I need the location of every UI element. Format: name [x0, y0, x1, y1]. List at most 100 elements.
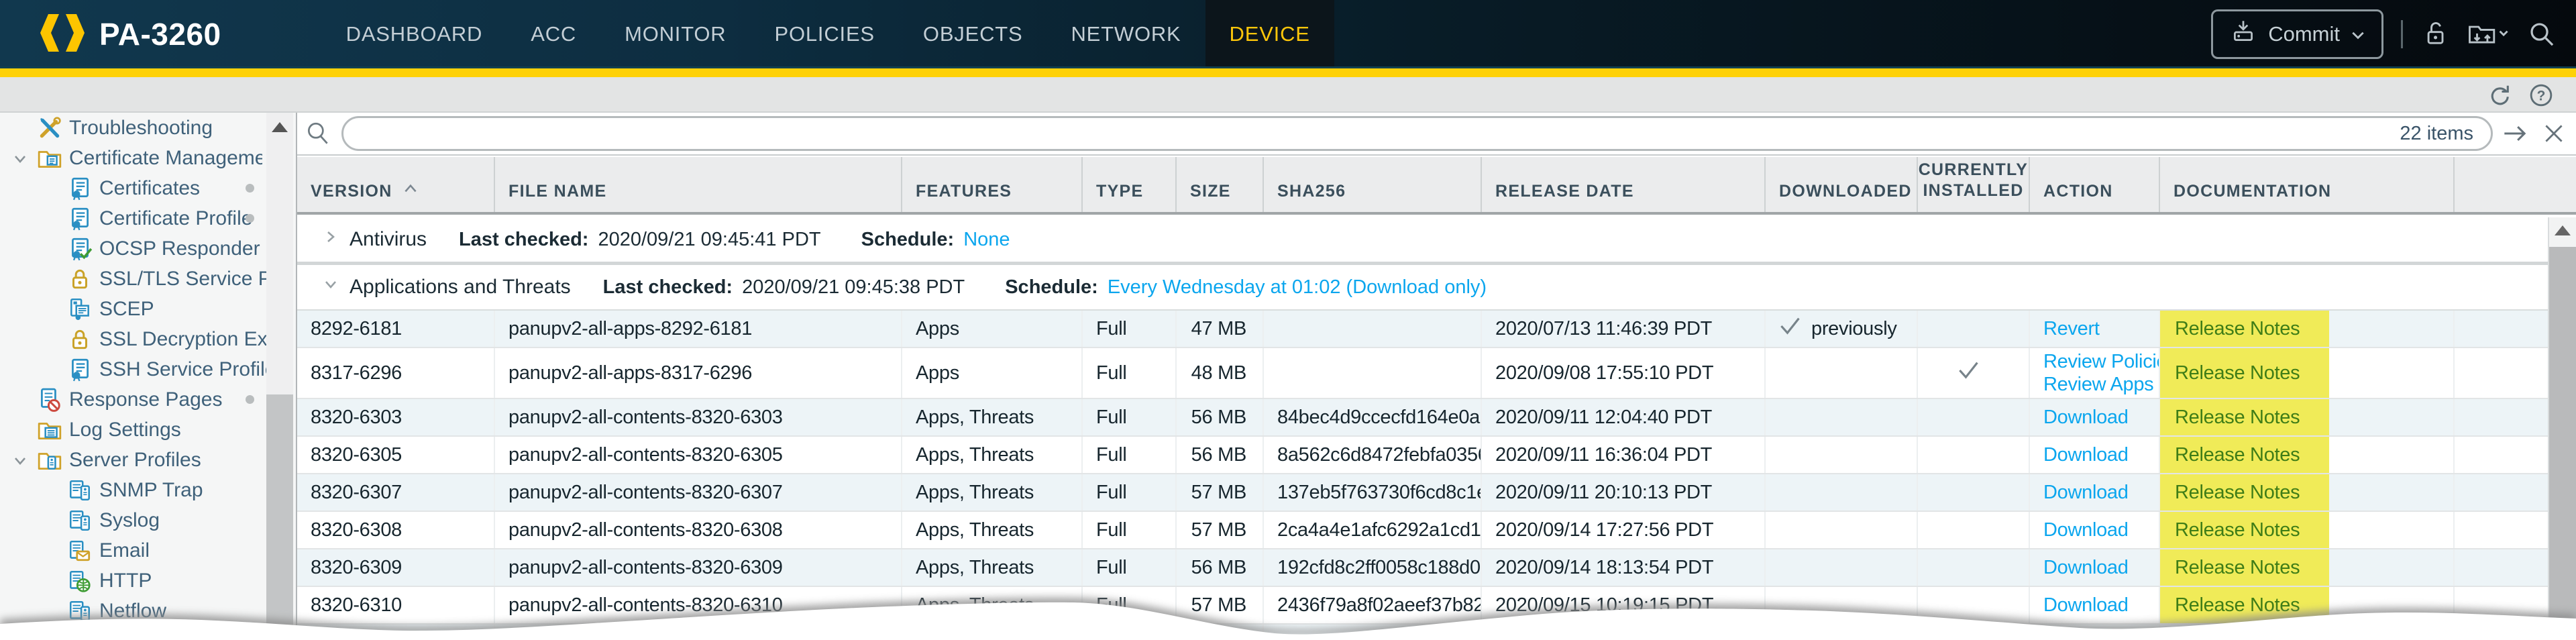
table-scrollbar[interactable]	[2548, 217, 2576, 640]
sidebar-item-email[interactable]: Email	[0, 535, 296, 566]
nav-tab-policies[interactable]: POLICIES	[751, 0, 899, 68]
cell-version: 8320-6310	[297, 587, 495, 623]
cell-currently-installed	[1918, 549, 2030, 586]
column-header-release-date[interactable]: RELEASE DATE	[1482, 157, 1766, 212]
sidebar-tree: TroubleshootingCertificate ManagementCer…	[0, 113, 296, 626]
sidebar-item-server-profiles[interactable]: Server Profiles	[0, 445, 296, 475]
clear-filter-icon[interactable]	[2541, 121, 2567, 146]
sidebar-scrollbar[interactable]	[266, 113, 293, 640]
column-header-downloaded[interactable]: DOWNLOADED	[1766, 157, 1918, 212]
cell-file-name: panupv2-all-contents-8320-6310	[495, 587, 902, 623]
cell-type: Full	[1083, 549, 1177, 586]
column-header-sha256[interactable]: SHA256	[1264, 157, 1482, 212]
column-header-version[interactable]: VERSION	[297, 157, 495, 212]
action-link-download[interactable]: Download	[2043, 443, 2129, 466]
apply-filter-arrow-icon[interactable]	[2502, 120, 2530, 147]
sidebar-item-syslog[interactable]: Syslog	[0, 505, 296, 535]
update-row-8292-6181: 8292-6181panupv2-all-apps-8292-6181AppsF…	[297, 311, 2548, 348]
lock-open-icon[interactable]	[2420, 19, 2450, 49]
cell-file-name: panupv2-all-contents-8320-6307	[495, 474, 902, 511]
column-header-size[interactable]: SIZE	[1177, 157, 1264, 212]
commit-button[interactable]: Commit	[2211, 9, 2383, 59]
update-row-8320-6308: 8320-6308panupv2-all-contents-8320-6308A…	[297, 512, 2548, 549]
scrollbar-thumb[interactable]	[266, 394, 293, 640]
cell-features: Apps, Threats	[902, 474, 1083, 511]
refresh-icon[interactable]	[2483, 81, 2513, 110]
items-count: 22 items	[2400, 123, 2491, 145]
action-link-download[interactable]: Download	[2043, 406, 2129, 429]
sidebar-item-label: Netflow	[99, 600, 166, 623]
chevron-down-icon[interactable]	[11, 150, 30, 172]
schedule-link[interactable]: None	[963, 229, 1010, 251]
sidebar-item-snmp-trap[interactable]: SNMP Trap	[0, 475, 296, 505]
scroll-up-arrow[interactable]	[272, 122, 288, 132]
cell-version: 8320-6305	[297, 437, 495, 473]
sidebar-item-ssl-decryption-exclusion[interactable]: SSL Decryption Exclusion	[0, 324, 296, 354]
cell-size: 48 MB	[1177, 348, 1264, 398]
help-icon[interactable]: ?	[2526, 81, 2556, 110]
sidebar-item-log-settings[interactable]: Log Settings	[0, 415, 296, 445]
cell-type: Full	[1083, 625, 1177, 640]
chevron-right-icon[interactable]	[321, 227, 340, 252]
column-header-type[interactable]: TYPE	[1083, 157, 1177, 212]
release-notes-link[interactable]: Release Notes	[2175, 557, 2300, 579]
sidebar-item-response-pages[interactable]: Response Pages	[0, 384, 296, 415]
sidebar-item-scep[interactable]: SCEP	[0, 294, 296, 324]
release-notes-link[interactable]: Release Notes	[2175, 594, 2300, 617]
sidebar-item-certificate-management[interactable]: Certificate Management	[0, 143, 296, 173]
action-link-revert[interactable]: Revert	[2043, 317, 2100, 340]
release-notes-link[interactable]: Release Notes	[2175, 632, 2300, 640]
chevron-down-icon[interactable]	[11, 451, 30, 474]
schedule-link[interactable]: Every Wednesday at 01:02 (Download only)	[1108, 276, 1487, 299]
column-header-action[interactable]: ACTION	[2030, 157, 2160, 212]
cell-version: 8292-6181	[297, 311, 495, 347]
cell-action: Download	[2030, 587, 2160, 623]
sidebar-item-ssl-tls-service-profile[interactable]: SSL/TLS Service Profile	[0, 264, 296, 294]
scrollbar-thumb[interactable]	[2549, 247, 2576, 640]
release-notes-link[interactable]: Release Notes	[2175, 519, 2300, 541]
action-link-download[interactable]: Download	[2043, 594, 2129, 617]
nav-tab-device[interactable]: DEVICE	[1205, 0, 1334, 68]
group-row-antivirus[interactable]: AntivirusLast checked:2020/09/21 09:45:4…	[297, 217, 2548, 265]
sidebar-item-http[interactable]: HTTP	[0, 566, 296, 596]
filter-input[interactable]	[343, 123, 2400, 145]
action-link-review-apps[interactable]: Review Apps	[2043, 373, 2153, 396]
release-notes-link[interactable]: Release Notes	[2175, 318, 2300, 340]
nav-tab-objects[interactable]: OBJECTS	[899, 0, 1047, 68]
chevron-down-icon[interactable]	[321, 275, 340, 299]
action-link-review-policies[interactable]: Review Policies	[2043, 350, 2160, 373]
column-header-file-name[interactable]: FILE NAME	[495, 157, 902, 212]
nav-tab-monitor[interactable]: MONITOR	[600, 0, 750, 68]
search-icon[interactable]	[2526, 19, 2557, 50]
svg-text:?: ?	[2537, 89, 2546, 104]
server-card-icon	[67, 508, 93, 533]
folder-log-icon	[37, 417, 62, 443]
group-row-applications-and-threats[interactable]: Applications and ThreatsLast checked:202…	[297, 265, 2548, 311]
release-notes-link[interactable]: Release Notes	[2175, 407, 2300, 429]
downloaded-label: previously	[1811, 318, 1897, 340]
config-operations-icon[interactable]	[2467, 19, 2509, 49]
column-header-features[interactable]: FEATURES	[902, 157, 1083, 212]
nav-tab-acc[interactable]: ACC	[506, 0, 600, 68]
cell-version: 8317-6296	[297, 348, 495, 398]
sidebar-item-ocsp-responder[interactable]: OCSP Responder	[0, 233, 296, 264]
action-link-download[interactable]: Download	[2043, 519, 2129, 541]
column-header-documentation[interactable]: DOCUMENTATION	[2160, 157, 2455, 212]
sidebar-item-certificate-profile[interactable]: Certificate Profile	[0, 203, 296, 233]
sidebar-item-ssh-service-profile[interactable]: SSH Service Profile	[0, 354, 296, 384]
action-link-download[interactable]: Download	[2043, 481, 2129, 504]
release-notes-link[interactable]: Release Notes	[2175, 362, 2300, 384]
column-header-empty[interactable]	[2455, 157, 2576, 212]
nav-tab-dashboard[interactable]: DASHBOARD	[322, 0, 507, 68]
nav-tab-network[interactable]: NETWORK	[1046, 0, 1205, 68]
action-link-download[interactable]: Download	[2043, 556, 2129, 579]
sidebar-item-troubleshooting[interactable]: Troubleshooting	[0, 113, 296, 143]
release-notes-link[interactable]: Release Notes	[2175, 482, 2300, 504]
column-header-currently-installed[interactable]: CURRENTLY INSTALLED	[1918, 157, 2030, 212]
cell-downloaded	[1766, 348, 1918, 398]
sidebar-item-certificates[interactable]: Certificates	[0, 173, 296, 203]
release-notes-link[interactable]: Release Notes	[2175, 444, 2300, 466]
sidebar-item-netflow[interactable]: Netflow	[0, 596, 296, 626]
scroll-up-arrow[interactable]	[2555, 225, 2571, 235]
action-link-download[interactable]: Download	[2043, 631, 2129, 640]
